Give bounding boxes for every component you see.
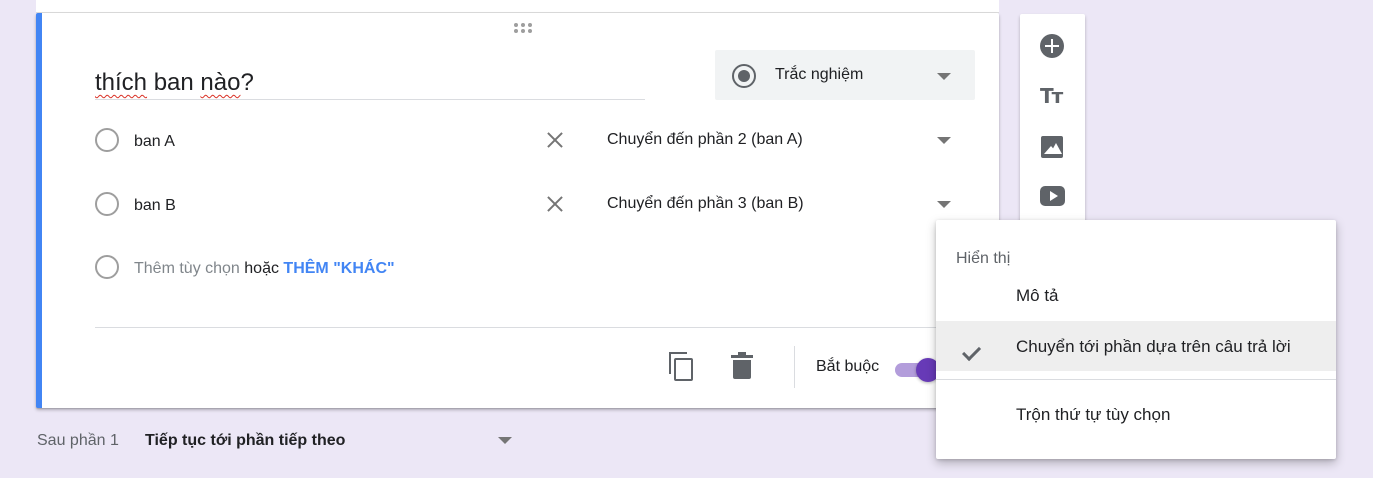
remove-option-icon[interactable]	[543, 128, 567, 152]
menu-divider	[936, 379, 1336, 380]
dropdown-arrow-icon[interactable]	[937, 137, 951, 144]
after-section-label: Sau phần 1	[37, 432, 119, 449]
previous-card-edge	[36, 0, 999, 13]
menu-item-shuffle[interactable]: Trộn thứ tự tùy chọn	[936, 389, 1336, 439]
vertical-divider	[794, 346, 795, 388]
divider	[95, 327, 975, 328]
after-section-dropdown[interactable]: Tiếp tục tới phần tiếp theo	[145, 432, 345, 450]
menu-item-goto-section[interactable]: Chuyển tới phần dựa trên câu trả lời	[936, 321, 1336, 371]
dropdown-arrow-icon[interactable]	[498, 437, 512, 444]
title-word-misspelled: thích	[95, 69, 148, 96]
menu-item-label: Chuyển tới phần dựa trên câu trả lời	[1016, 337, 1291, 356]
or-text: hoặc	[239, 260, 284, 277]
option-row: ban A Chuyển đến phần 2 (ban A)	[95, 120, 975, 160]
question-type-dropdown[interactable]: Trắc nghiệm	[715, 50, 975, 100]
add-option-row: Thêm tùy chọn hoặc THÊM "KHÁC"	[95, 247, 695, 287]
dropdown-arrow-icon	[937, 73, 951, 80]
side-toolbar: Tт	[1020, 14, 1085, 229]
add-question-icon[interactable]	[1040, 34, 1066, 60]
title-text-icon[interactable]: Tт	[1040, 84, 1066, 110]
dropdown-arrow-icon[interactable]	[937, 201, 951, 208]
question-type-label: Trắc nghiệm	[775, 66, 864, 83]
radio-unchecked-icon	[95, 255, 119, 279]
duplicate-icon[interactable]	[669, 352, 695, 382]
option-label[interactable]: ban B	[134, 197, 176, 215]
required-label: Bắt buộc	[816, 358, 880, 375]
video-icon[interactable]	[1040, 184, 1066, 210]
radio-checked-icon	[732, 64, 756, 88]
radio-unchecked-icon	[95, 192, 119, 216]
menu-item-description[interactable]: Mô tả	[936, 270, 1336, 320]
question-title-input[interactable]: thích ban nào?	[95, 65, 645, 100]
check-icon	[958, 335, 984, 355]
menu-item-label: Trộn thứ tự tùy chọn	[1016, 405, 1171, 424]
add-other-link[interactable]: THÊM "KHÁC"	[283, 260, 394, 277]
title-word-misspelled: nào	[200, 69, 241, 96]
option-row: ban B Chuyển đến phần 3 (ban B)	[95, 184, 975, 224]
image-icon[interactable]	[1040, 135, 1066, 161]
goto-section-dropdown[interactable]: Chuyển đến phần 2 (ban A)	[607, 131, 803, 149]
required-toggle[interactable]	[895, 358, 940, 382]
title-punctuation: ?	[240, 69, 254, 96]
drag-handle-icon[interactable]	[514, 23, 534, 33]
more-options-menu: Hiển thị Mô tả Chuyển tới phần dựa trên …	[936, 220, 1336, 459]
menu-item-label: Mô tả	[1016, 286, 1059, 305]
menu-header: Hiển thị	[956, 250, 1011, 267]
add-option-line: Thêm tùy chọn hoặc THÊM "KHÁC"	[134, 260, 395, 278]
title-word: ban	[147, 69, 201, 96]
remove-option-icon[interactable]	[543, 192, 567, 216]
goto-section-dropdown[interactable]: Chuyển đến phần 3 (ban B)	[607, 195, 804, 213]
delete-icon[interactable]	[731, 352, 753, 380]
radio-unchecked-icon	[95, 128, 119, 152]
add-option-placeholder[interactable]: Thêm tùy chọn	[134, 260, 240, 277]
option-label[interactable]: ban A	[134, 133, 175, 151]
question-card[interactable]: thích ban nào? Trắc nghiệm ban A Chuyển …	[36, 13, 999, 408]
